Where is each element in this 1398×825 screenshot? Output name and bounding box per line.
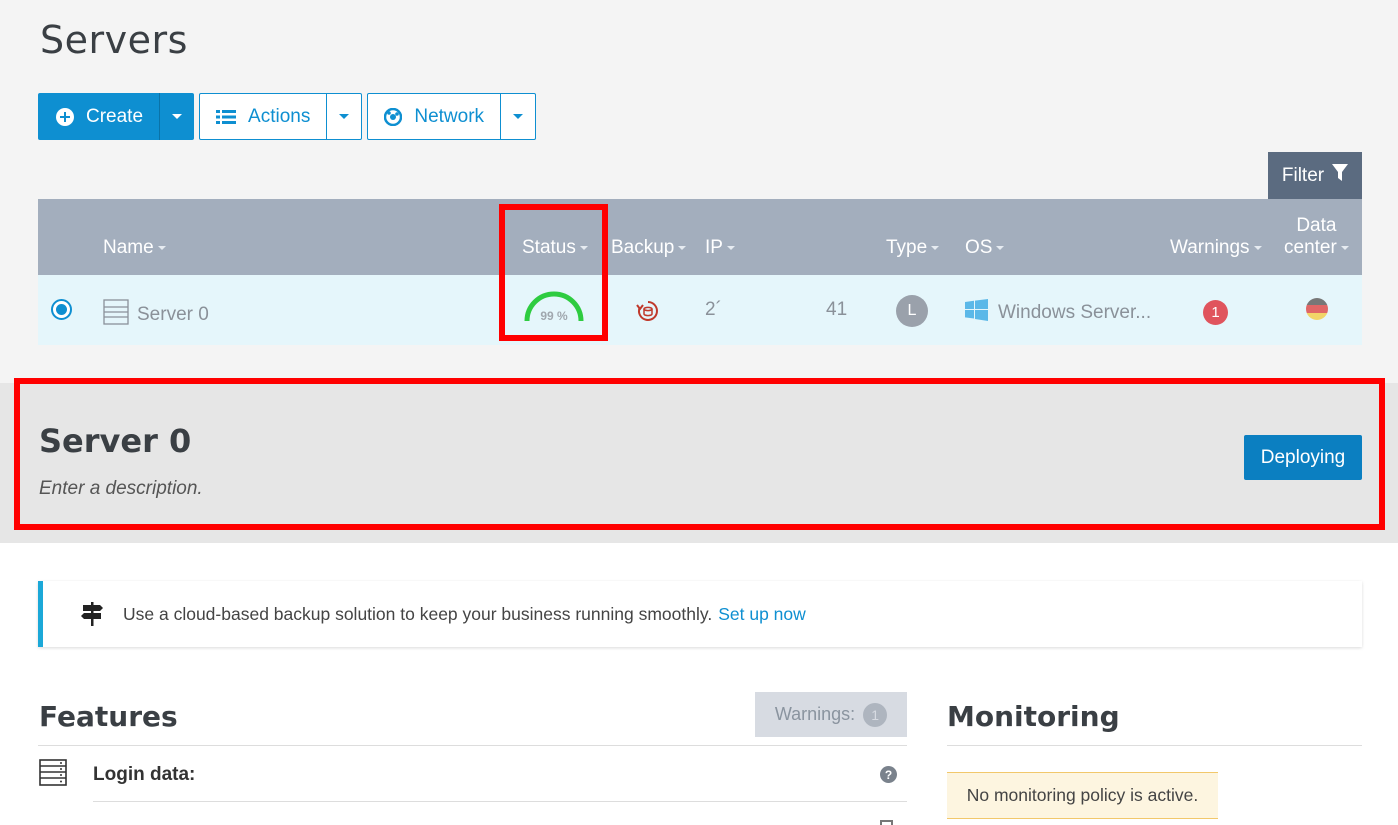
- warnings-count-badge: 1: [1203, 300, 1228, 325]
- features-title: Features: [39, 700, 178, 733]
- column-label: Data: [1296, 215, 1337, 236]
- os-name: Windows Server...: [998, 302, 1152, 323]
- os-cell: Windows Server...: [965, 299, 1151, 327]
- list-icon: [216, 109, 237, 125]
- column-label: OS: [965, 237, 993, 258]
- sort-caret-icon: [726, 246, 735, 250]
- divider: [93, 801, 907, 802]
- divider: [38, 745, 907, 746]
- partial-icon: [880, 820, 893, 825]
- highlight-status-column: [499, 204, 608, 341]
- column-header-backup[interactable]: Backup: [611, 237, 687, 259]
- column-label-line2: center: [1284, 237, 1349, 259]
- column-label: Name: [103, 237, 154, 258]
- divider: [947, 745, 1362, 746]
- column-label: Type: [886, 237, 928, 258]
- toolbar: Create Actions Network: [38, 93, 541, 140]
- server-icon: [103, 299, 129, 331]
- monitoring-policy-notice: No monitoring policy is active.: [947, 772, 1218, 819]
- sort-caret-icon: [996, 246, 1005, 250]
- backup-cell[interactable]: [636, 299, 660, 329]
- column-header-datacenter[interactable]: Data center: [1284, 215, 1349, 259]
- page-title: Servers: [40, 18, 188, 62]
- ip-suffix-text: 41: [826, 299, 848, 320]
- filter-icon: [1332, 163, 1349, 188]
- datacenter-cell: [1305, 297, 1329, 321]
- column-header-ip[interactable]: IP: [705, 237, 735, 259]
- notice-text: Use a cloud-based backup solution to kee…: [123, 603, 713, 624]
- server-name: Server 0: [137, 304, 209, 325]
- table-row[interactable]: Server 0 99 % 2´ 41 L Windows Server... …: [38, 275, 1362, 345]
- actions-dropdown-toggle[interactable]: [327, 93, 363, 140]
- column-header-os[interactable]: OS: [965, 237, 1005, 259]
- sort-caret-icon: [678, 246, 687, 250]
- germany-flag-icon: [1306, 298, 1328, 320]
- network-button[interactable]: Network: [367, 93, 502, 140]
- filter-button[interactable]: Filter: [1268, 152, 1362, 199]
- column-label: Warnings: [1170, 237, 1250, 258]
- type-cell: L: [896, 295, 928, 327]
- radio-selected-icon: [51, 299, 72, 320]
- row-select-radio[interactable]: [51, 299, 72, 320]
- column-header-name[interactable]: Name: [103, 237, 166, 259]
- ip-prefix-text: 2´: [705, 299, 722, 320]
- sort-caret-icon: [1253, 246, 1262, 250]
- features-warnings-button[interactable]: Warnings: 1: [755, 692, 907, 737]
- network-icon: [384, 107, 403, 126]
- create-dropdown-toggle[interactable]: [159, 93, 195, 140]
- backup-notice: Use a cloud-based backup solution to kee…: [38, 581, 1362, 647]
- column-label: center: [1284, 237, 1337, 258]
- network-label: Network: [414, 105, 485, 127]
- actions-button[interactable]: Actions: [199, 93, 328, 140]
- column-header-warnings[interactable]: Warnings: [1170, 237, 1262, 259]
- ip-cell-suffix: 41: [826, 299, 847, 321]
- actions-label: Actions: [248, 105, 311, 127]
- plus-circle-icon: [56, 107, 74, 126]
- server-name-cell[interactable]: Server 0: [103, 299, 209, 331]
- setup-now-link[interactable]: Set up now: [718, 604, 806, 625]
- column-label: IP: [705, 237, 723, 258]
- column-label: Backup: [611, 237, 675, 258]
- warnings-count-badge: 1: [863, 702, 888, 727]
- warnings-label: Warnings:: [774, 704, 856, 724]
- network-dropdown-toggle[interactable]: [501, 93, 537, 140]
- signpost-icon: [81, 602, 103, 626]
- create-label: Create: [86, 105, 144, 127]
- sort-caret-icon: [931, 246, 940, 250]
- network-button-group: Network: [367, 93, 537, 140]
- type-badge: L: [896, 295, 928, 327]
- highlight-detail-header: [14, 378, 1385, 530]
- warnings-cell[interactable]: 1: [1203, 300, 1228, 325]
- create-button[interactable]: Create: [38, 93, 160, 140]
- ip-cell-prefix: 2´: [705, 299, 722, 321]
- backup-restore-icon: [636, 299, 660, 329]
- help-icon[interactable]: ?: [880, 766, 897, 783]
- filter-label: Filter: [1281, 164, 1325, 186]
- sort-caret-icon: [157, 246, 166, 250]
- login-data-label: Login data:: [93, 764, 196, 785]
- chevron-down-icon: [172, 114, 183, 119]
- chevron-down-icon: [339, 114, 350, 119]
- table-header: Name Status Backup IP Type OS Warnings D…: [38, 199, 1362, 275]
- server-icon: [39, 759, 67, 791]
- column-header-type[interactable]: Type: [886, 237, 940, 259]
- monitoring-title: Monitoring: [947, 700, 1120, 733]
- chevron-down-icon: [513, 114, 524, 119]
- actions-button-group: Actions: [199, 93, 363, 140]
- create-button-group: Create: [38, 93, 195, 140]
- windows-logo-icon: [965, 299, 988, 327]
- sort-caret-icon: [1340, 246, 1349, 250]
